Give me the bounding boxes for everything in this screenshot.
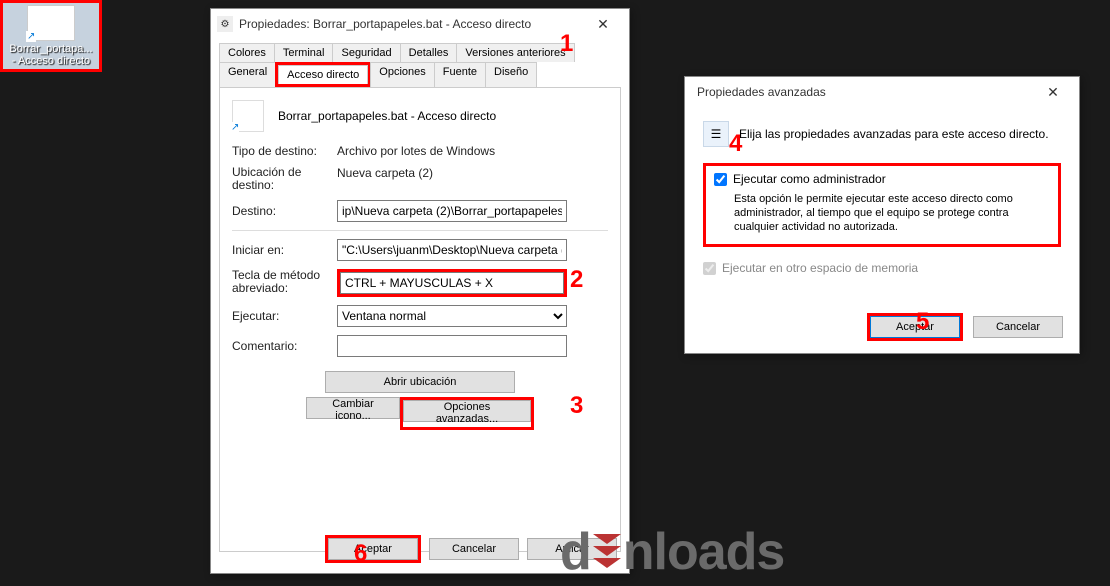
destino-input[interactable] [337,200,567,222]
annotation-number-1: 1 [560,30,573,58]
ubicacion-label: Ubicación de destino: [232,166,337,192]
separate-memory-checkbox: Ejecutar en otro espacio de memoria [703,261,1061,275]
tecla-label: Tecla de método abreviado: [232,269,337,295]
shortcut-icon [27,5,75,41]
tab-general[interactable]: General [219,62,276,87]
app-icon: ⚙ [217,16,233,32]
watermark-logo: d nloads [560,522,784,582]
shortcut-label: Borrar_portapa... - Acceso directo [9,43,92,67]
tab-terminal[interactable]: Terminal [274,43,334,62]
change-icon-button[interactable]: Cambiar icono... [306,397,400,419]
mem-input [703,262,716,275]
iniciar-input[interactable] [337,239,567,261]
tab-diseno[interactable]: Diseño [485,62,537,87]
run-as-admin-checkbox[interactable]: Ejecutar como administrador [714,172,1050,186]
open-location-button[interactable]: Abrir ubicación [325,371,515,393]
tecla-input[interactable] [340,272,564,294]
desktop-shortcut-icon[interactable]: Borrar_portapa... - Acceso directo [0,0,102,72]
annotation-tab-highlight: Acceso directo [275,62,370,87]
annotation-advanced-options: Opciones avanzadas... [400,397,534,430]
advanced-options-button[interactable]: Opciones avanzadas... [403,400,531,422]
panel-title: Borrar_portapapeles.bat - Acceso directo [278,109,496,123]
annotation-accept: Aceptar [325,535,421,563]
run-as-admin-desc: Esta opción le permite ejecutar este acc… [734,192,1050,234]
annotation-number-4: 4 [729,130,742,158]
ubicacion-value: Nueva carpeta (2) [337,166,608,180]
cancel-button[interactable]: Cancelar [429,538,519,560]
tab-colores[interactable]: Colores [219,43,275,62]
chevron-down-icon [593,534,621,570]
annotation-number-2: 2 [570,266,583,294]
list-icon: ☰ [703,121,729,147]
adv-cancel-button[interactable]: Cancelar [973,316,1063,338]
comentario-label: Comentario: [232,339,337,353]
tab-opciones[interactable]: Opciones [370,62,434,87]
annotation-run-as-admin: Ejecutar como administrador Esta opción … [703,163,1061,247]
adv-close-icon[interactable]: ✕ [1033,80,1073,105]
tab-versiones[interactable]: Versiones anteriores [456,43,574,62]
adv-title: Propiedades avanzadas [691,85,1033,99]
annotation-number-3: 3 [570,392,583,420]
properties-dialog: ⚙ Propiedades: Borrar_portapapeles.bat -… [210,8,630,574]
annotation-number-6: 6 [354,540,367,568]
iniciar-label: Iniciar en: [232,243,337,257]
ejecutar-select[interactable]: Ventana normal [337,305,567,327]
tipo-destino-label: Tipo de destino: [232,144,337,158]
comentario-input[interactable] [337,335,567,357]
shortcut-panel: Borrar_portapapeles.bat - Acceso directo… [219,87,621,552]
tab-acceso-directo[interactable]: Acceso directo [278,65,368,84]
tab-seguridad[interactable]: Seguridad [332,43,400,62]
tipo-destino-value: Archivo por lotes de Windows [337,144,608,158]
adv-accept-button[interactable]: Aceptar [870,316,960,338]
accept-button[interactable]: Aceptar [328,538,418,560]
destino-label: Destino: [232,204,337,218]
tab-detalles[interactable]: Detalles [400,43,458,62]
window-title: Propiedades: Borrar_portapapeles.bat - A… [239,17,583,31]
advanced-properties-dialog: Propiedades avanzadas ✕ ☰ Elija las prop… [684,76,1080,354]
annotation-shortcut-key [337,269,567,297]
panel-shortcut-icon [232,100,264,132]
annotation-adv-accept: Aceptar [867,313,963,341]
close-icon[interactable]: ✕ [583,12,623,37]
adv-headline: Elija las propiedades avanzadas para est… [739,127,1049,141]
adv-titlebar[interactable]: Propiedades avanzadas ✕ [685,77,1079,107]
tab-fuente[interactable]: Fuente [434,62,486,87]
annotation-number-5: 5 [916,308,929,336]
run-as-admin-input[interactable] [714,173,727,186]
ejecutar-label: Ejecutar: [232,309,337,323]
